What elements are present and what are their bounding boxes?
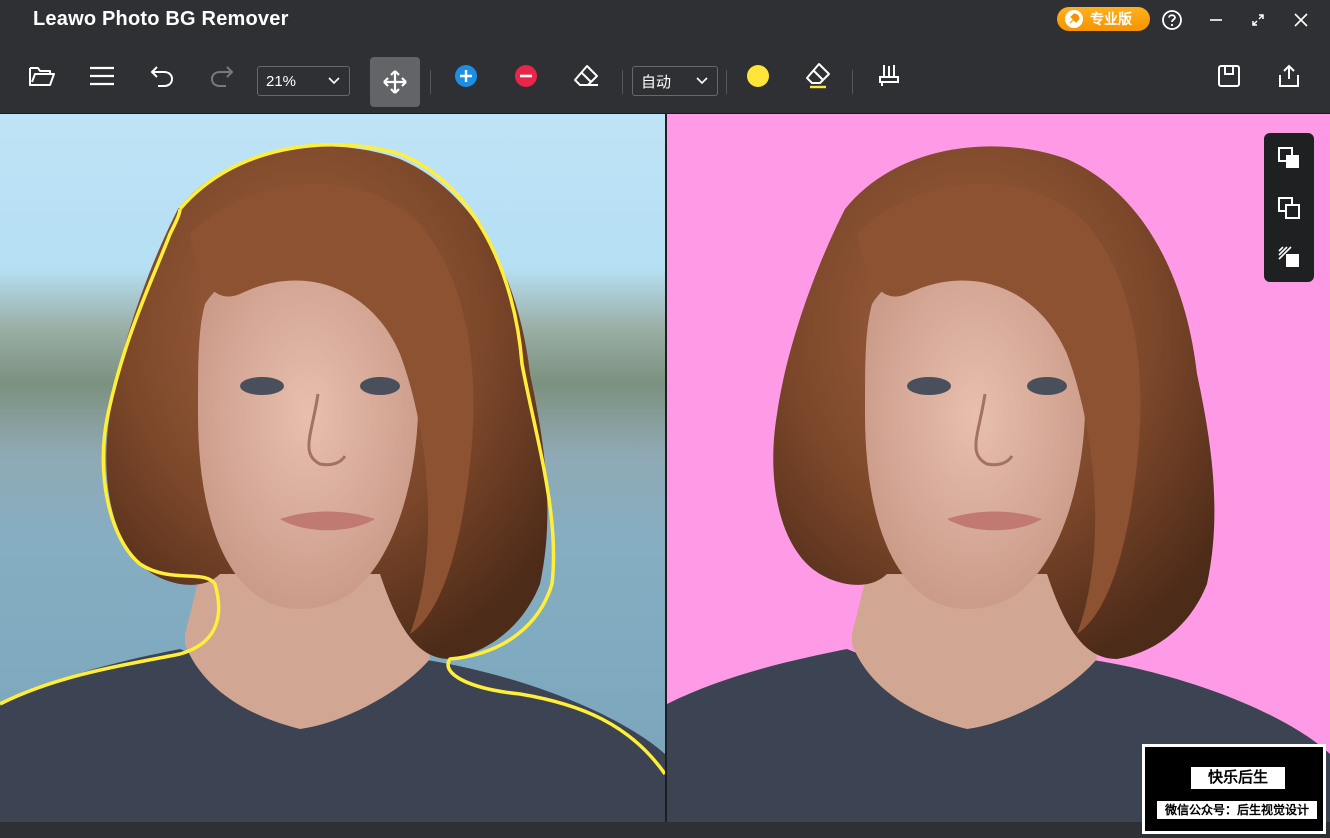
app-title: Leawo Photo BG Remover [33, 8, 289, 30]
mode-select[interactable]: 自动 [632, 66, 718, 96]
separator [852, 70, 853, 94]
mode-value: 自动 [641, 73, 672, 91]
chevron-down-icon [328, 77, 340, 85]
watermark-subtitle: 微信公众号：后生视觉设计 [1157, 801, 1317, 819]
help-icon[interactable] [1159, 7, 1185, 33]
maximize-icon[interactable] [1245, 7, 1271, 33]
separator [726, 70, 727, 94]
compare-view-icon[interactable] [1276, 145, 1302, 171]
watermark-badge: 快乐后生 微信公众号：后生视觉设计 [1142, 744, 1326, 834]
close-icon[interactable] [1288, 7, 1314, 33]
move-tool-button[interactable] [370, 57, 420, 107]
view-mode-panel [1264, 133, 1314, 282]
add-brush-icon[interactable] [446, 56, 486, 96]
separator [622, 70, 623, 94]
result-image-canvas[interactable] [667, 114, 1330, 822]
pro-version-button[interactable]: 专业版 [1057, 7, 1150, 31]
stamp-icon[interactable] [869, 56, 909, 96]
overlay-view-icon[interactable] [1276, 195, 1302, 221]
redo-icon[interactable] [202, 56, 242, 96]
zoom-select[interactable]: 21% [257, 66, 350, 96]
erase-mark-icon[interactable] [798, 56, 838, 96]
undo-icon[interactable] [142, 56, 182, 96]
mark-color-icon[interactable] [738, 56, 778, 96]
title-bar: Leawo Photo BG Remover 专业版 [0, 0, 1330, 40]
export-icon[interactable] [1269, 56, 1309, 96]
separator [430, 70, 431, 94]
rocket-icon [1065, 10, 1083, 28]
chevron-down-icon [696, 77, 708, 85]
open-folder-icon[interactable] [22, 56, 62, 96]
transparent-view-icon[interactable] [1276, 244, 1302, 270]
status-bar [0, 822, 1330, 838]
portrait-photo [0, 143, 665, 822]
pro-label: 专业版 [1090, 11, 1132, 27]
zoom-value: 21% [266, 72, 297, 90]
eraser-icon[interactable] [566, 56, 606, 96]
remove-brush-icon[interactable] [506, 56, 546, 96]
watermark-title: 快乐后生 [1191, 767, 1285, 789]
move-icon [383, 70, 407, 94]
minimize-icon[interactable] [1203, 7, 1229, 33]
menu-icon[interactable] [82, 56, 122, 96]
original-image-canvas[interactable] [0, 114, 665, 822]
save-icon[interactable] [1209, 56, 1249, 96]
result-photo [667, 146, 1330, 822]
toolbar: 21% 自动 [0, 40, 1330, 114]
